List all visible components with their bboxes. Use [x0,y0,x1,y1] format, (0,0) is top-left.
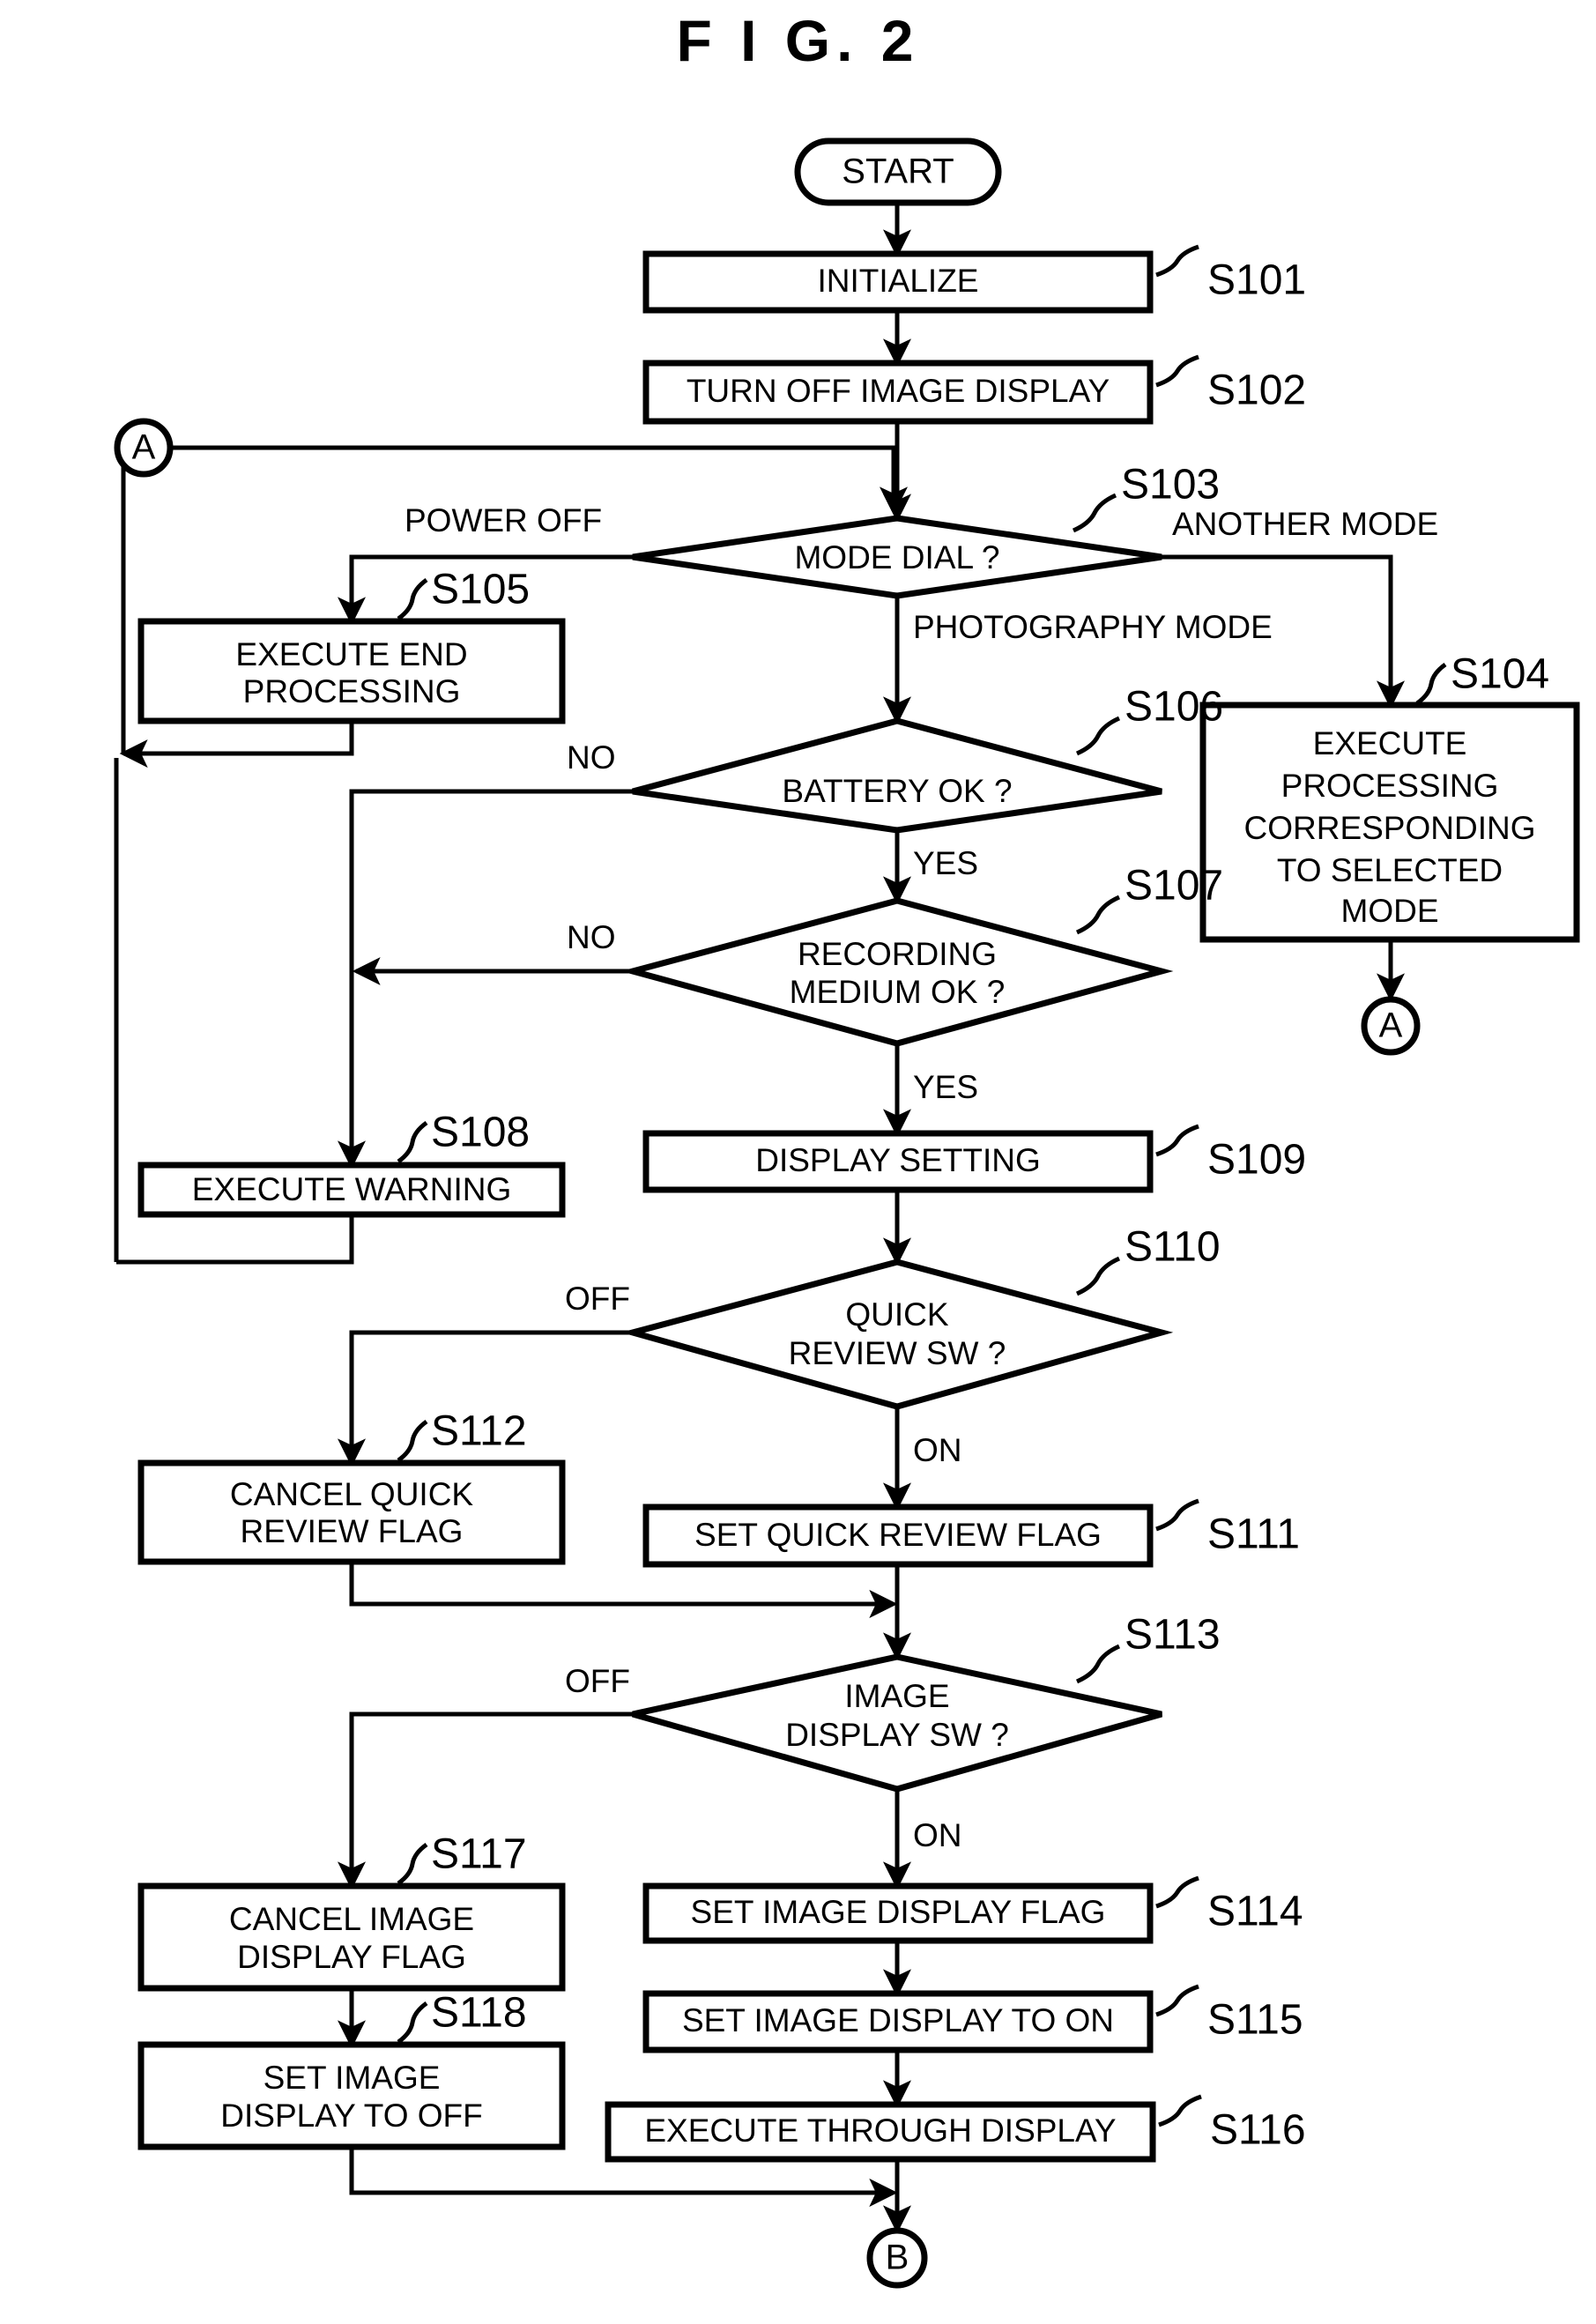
node-s106-label: BATTERY OK ? [782,773,1012,809]
step-label-s102: S102 [1207,368,1306,414]
step-label-s113: S113 [1125,1612,1221,1659]
edge-label-battery-no: NO [567,739,616,776]
node-s114-label: SET IMAGE DISPLAY FLAG [691,1894,1106,1930]
edge-label-another-mode: ANOTHER MODE [1172,506,1438,542]
node-s104-label-line5: MODE [1341,893,1439,929]
node-s105-label-line2: PROCESSING [243,673,461,709]
node-s108-label: EXECUTE WARNING [192,1171,511,1207]
node-s103-label: MODE DIAL ? [794,539,999,575]
step-label-s118: S118 [431,1990,527,2037]
node-s117-label-line2: DISPLAY FLAG [237,1939,466,1975]
edge-label-medium-no: NO [567,919,616,955]
node-s102: TURN OFF IMAGE DISPLAY S102 [642,354,1306,425]
node-s116-label: EXECUTE THROUGH DISPLAY [644,2112,1116,2149]
node-s103: MODE DIAL ? S103 [632,462,1220,599]
connector-a-right: A [1361,996,1421,1056]
step-label-s114: S114 [1207,1889,1303,1935]
edge-label-medium-yes: YES [913,1069,978,1105]
terminal-start-label: START [842,152,954,191]
edge-label-imgdisp-on: ON [913,1817,962,1853]
node-s104-label-line3: CORRESPONDING [1244,810,1536,846]
connector-s108-loop-left [116,1214,354,1265]
node-s107-label-line1: RECORDING [798,936,997,972]
connector-b-label: B [886,2239,909,2277]
node-s112-label-line2: REVIEW FLAG [241,1513,464,1549]
node-s106: BATTERY OK ? S106 [632,684,1223,834]
figure-page: F I G. 2 START INITIALIZE S101 TURN OFF … [0,0,1596,2324]
node-s104-label-line1: EXECUTE [1313,725,1467,761]
connector-s105-to-left-rail [119,721,354,768]
node-s117-label-line1: CANCEL IMAGE [229,1901,474,1937]
node-s113-label-line2: DISPLAY SW ? [785,1717,1009,1753]
connector-a-left: A [114,418,174,478]
node-s112-label-line1: CANCEL QUICK [230,1476,474,1512]
node-s110: QUICK REVIEW SW ? S110 [620,1224,1221,1410]
node-s107: RECORDING MEDIUM OK ? S107 [620,863,1223,1047]
node-s105-label-line1: EXECUTE END [235,636,467,672]
step-label-s106: S106 [1125,684,1223,731]
edge-label-quick-on: ON [913,1432,962,1468]
node-s102-label: TURN OFF IMAGE DISPLAY [687,373,1110,409]
step-label-s115: S115 [1207,1997,1303,2044]
step-label-s108: S108 [431,1110,530,1156]
node-s109-label: DISPLAY SETTING [755,1142,1041,1178]
step-label-s112: S112 [431,1408,527,1455]
node-s113: IMAGE DISPLAY SW ? S113 [632,1612,1221,1793]
edge-label-quick-off: OFF [565,1281,630,1317]
step-label-s111: S111 [1207,1511,1300,1558]
node-s116: EXECUTE THROUGH DISPLAY S116 [605,2094,1306,2163]
node-s109: DISPLAY SETTING S109 [642,1124,1306,1193]
connector-b: B [866,2227,928,2289]
node-s104-label-line4: TO SELECTED [1277,852,1503,888]
terminal-start: START [794,137,1002,206]
node-s111-label: SET QUICK REVIEW FLAG [694,1517,1102,1553]
node-s107-label-line2: MEDIUM OK ? [790,974,1006,1010]
step-label-s116: S116 [1210,2107,1306,2154]
node-s115: SET IMAGE DISPLAY TO ON S115 [642,1984,1303,2053]
edge-label-imgdisp-off: OFF [565,1663,630,1699]
node-s113-label-line1: IMAGE [844,1678,949,1714]
node-s110-label-line2: REVIEW SW ? [789,1335,1006,1371]
node-s104-label-line2: PROCESSING [1281,768,1499,804]
step-label-s103: S103 [1121,462,1220,509]
step-label-s105: S105 [431,567,530,613]
node-s110-label-line1: QUICK [845,1296,949,1333]
connector-a-right-label: A [1379,1006,1403,1045]
edge-label-battery-yes: YES [913,845,978,881]
flowchart-canvas: START INITIALIZE S101 TURN OFF IMAGE DIS… [114,137,1580,2289]
edge-label-power-off: POWER OFF [405,502,602,538]
step-label-s109: S109 [1207,1137,1306,1184]
step-label-s117: S117 [431,1831,527,1878]
node-s114: SET IMAGE DISPLAY FLAG S114 [642,1875,1303,1944]
connector-a-left-label: A [132,428,156,467]
edge-label-photography-mode: PHOTOGRAPHY MODE [913,609,1273,645]
node-s118-label-line2: DISPLAY TO OFF [220,2098,482,2134]
node-s118-label-line1: SET IMAGE [264,2060,441,2096]
step-label-s101: S101 [1207,257,1306,304]
node-s101-label: INITIALIZE [818,263,979,299]
step-label-s110: S110 [1125,1224,1221,1271]
node-s111: SET QUICK REVIEW FLAG S111 [642,1498,1300,1568]
step-label-s104: S104 [1451,651,1549,698]
step-label-s107: S107 [1125,863,1223,910]
node-s115-label: SET IMAGE DISPLAY TO ON [682,2002,1114,2038]
connector-s112-to-spine [349,1562,898,1619]
node-s101: INITIALIZE S101 [642,244,1306,314]
